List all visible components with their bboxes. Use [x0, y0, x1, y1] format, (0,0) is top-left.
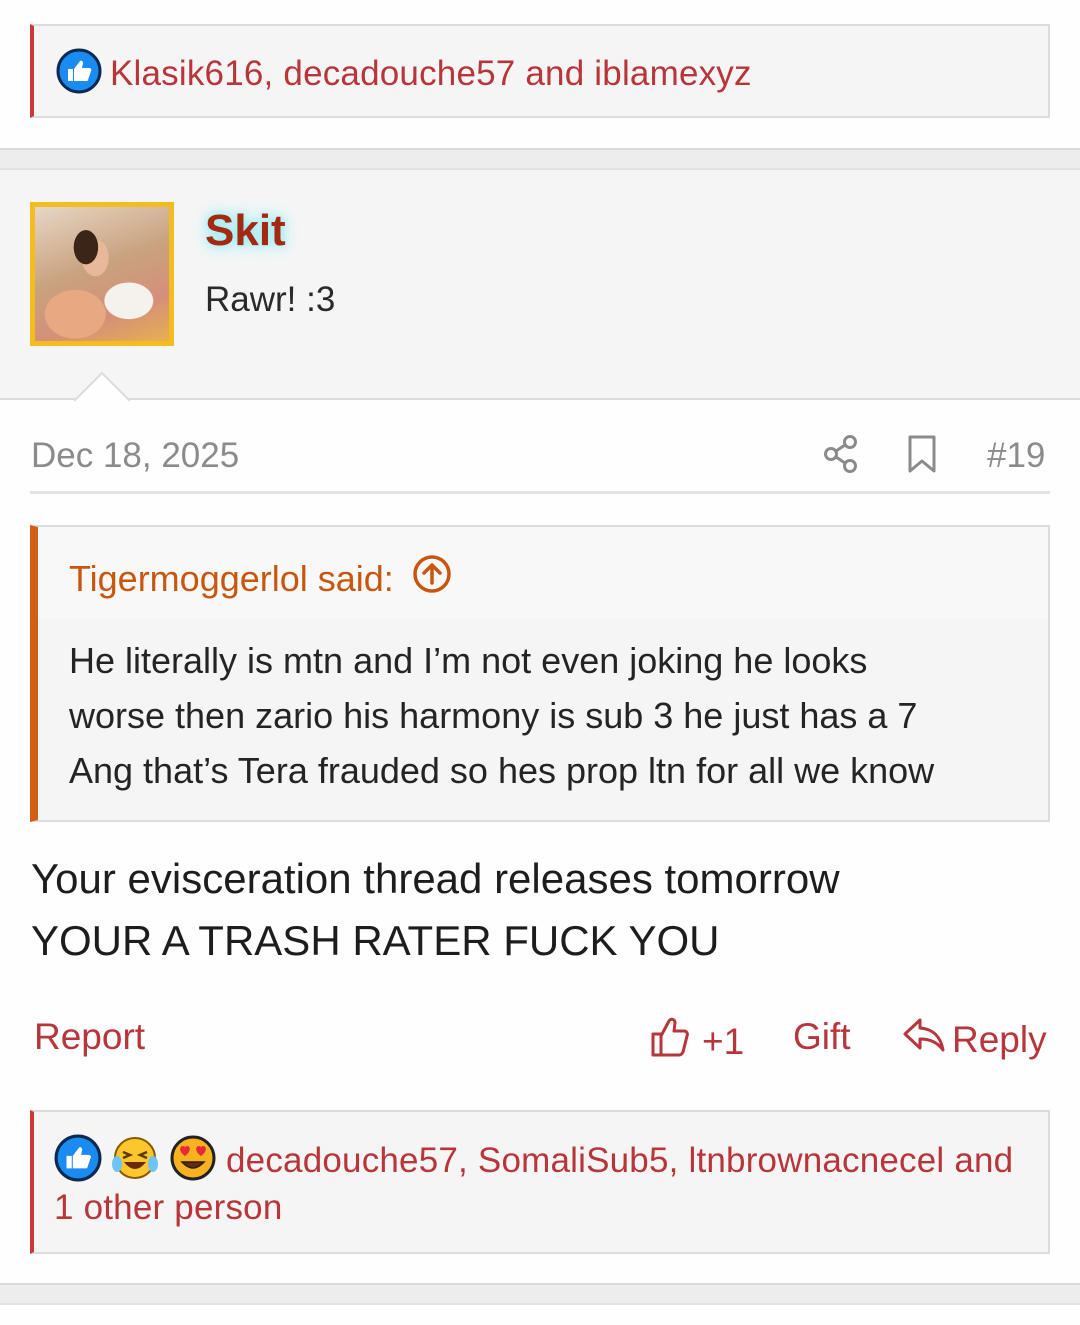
- reply-label: Reply: [952, 1018, 1047, 1060]
- reactions-bar-previous-post[interactable]: Klasik616, decadouche57 and iblamexyz: [30, 24, 1050, 118]
- post-separator: [0, 148, 1080, 170]
- like-icon: [54, 1134, 102, 1187]
- reactors-list[interactable]: Klasik616, decadouche57 and iblamexyz: [110, 54, 752, 94]
- quote-line: He literally is mtn and I’m not even jok…: [69, 640, 868, 681]
- bookmark-icon[interactable]: [905, 434, 939, 479]
- divider: [30, 491, 1050, 494]
- quote-author[interactable]: Tigermoggerlol said:: [69, 558, 394, 600]
- thumbs-up-icon: [650, 1016, 690, 1067]
- username[interactable]: Skit: [205, 206, 286, 256]
- share-icon[interactable]: [822, 434, 860, 479]
- quote-author-link[interactable]: Tigermoggerlol said:: [69, 554, 452, 603]
- report-button[interactable]: Report: [34, 1016, 145, 1058]
- gift-button[interactable]: Gift: [793, 1016, 851, 1058]
- quote-block: Tigermoggerlol said: He literally is mtn…: [30, 525, 1050, 822]
- avatar[interactable]: [30, 202, 174, 346]
- quote-text: He literally is mtn and I’m not even jok…: [69, 633, 1028, 798]
- post-message: Your evisceration thread releases tomorr…: [31, 848, 840, 972]
- like-icon: [56, 48, 102, 99]
- quote-line: Ang that’s Tera frauded so hes prop ltn …: [69, 750, 935, 791]
- quote-line: worse then zario his harmony is sub 3 he…: [69, 695, 918, 736]
- reactors-more[interactable]: 1 other person: [54, 1188, 283, 1227]
- user-title: Rawr! :3: [205, 280, 336, 319]
- quote-header: Tigermoggerlol said:: [38, 527, 1048, 619]
- post-number[interactable]: #19: [987, 436, 1045, 476]
- like-button[interactable]: +1: [650, 1016, 744, 1067]
- post-separator: [0, 1283, 1080, 1305]
- message-line: Your evisceration thread releases tomorr…: [31, 855, 840, 902]
- reactions-bar[interactable]: decadouche57, SomaliSub5, ltnbrownacnece…: [30, 1110, 1050, 1254]
- message-line: YOUR A TRASH RATER FUCK YOU: [31, 917, 720, 964]
- heart-eyes-icon: [168, 1134, 218, 1187]
- reactors-list[interactable]: decadouche57, SomaliSub5, ltnbrownacnece…: [226, 1141, 1013, 1181]
- reply-button[interactable]: Reply: [902, 1016, 1047, 1063]
- reply-arrow-icon: [902, 1016, 946, 1063]
- like-count: +1: [702, 1020, 745, 1062]
- laughing-crying-icon: [110, 1134, 160, 1187]
- arrow-up-circle-icon[interactable]: [412, 554, 452, 603]
- post-date[interactable]: Dec 18, 2025: [31, 436, 239, 476]
